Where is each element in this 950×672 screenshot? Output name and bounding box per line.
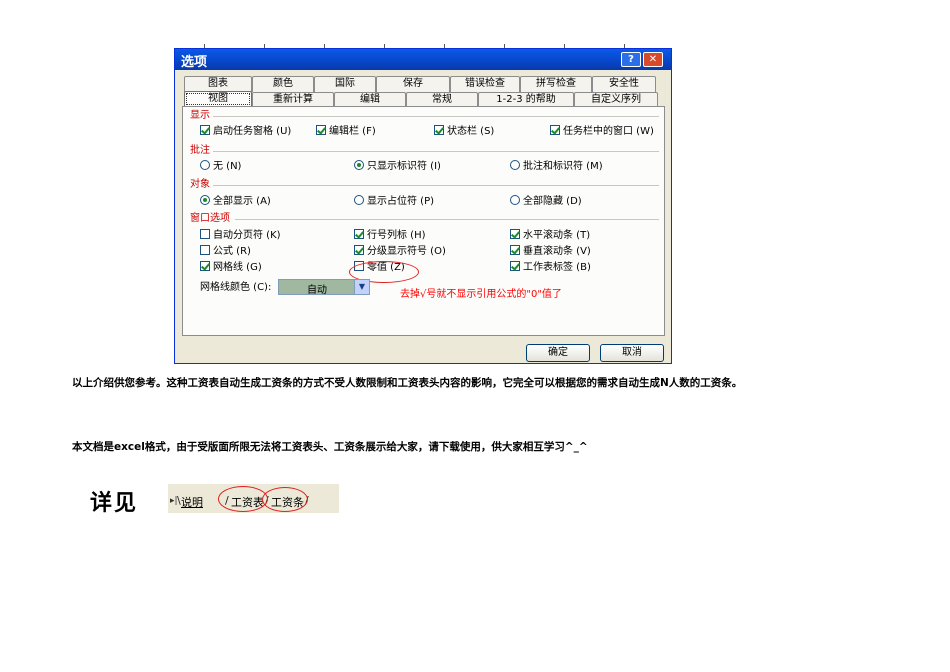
group-divider — [213, 185, 659, 186]
gridline-color-label: 网格线颜色 (C): — [200, 282, 272, 293]
tab-international[interactable]: 国际 — [314, 76, 376, 92]
options-dialog: 选项 ? ✕ 图表 颜色 国际 保存 错误检查 拼写检查 安全性 视图 重新计算… — [174, 48, 672, 364]
view-tab-panel: 显示 启动任务窗格 (U) 编辑栏 (F) 状态栏 (S) 任务栏中的窗口 (W… — [182, 106, 665, 336]
radio-icon[interactable] — [200, 195, 210, 205]
checkbox-icon[interactable] — [510, 261, 520, 271]
option-comments-none[interactable]: 无 (N) — [200, 160, 241, 173]
checkbox-icon[interactable] — [354, 245, 364, 255]
group-label-objects: 对象 — [190, 179, 210, 190]
group-divider — [213, 151, 659, 152]
checkbox-icon[interactable] — [510, 245, 520, 255]
option-gridlines[interactable]: 网格线 (G) — [200, 261, 262, 274]
checkbox-icon[interactable] — [200, 125, 210, 135]
sheet-tabs-image: ▸| \ 说明 / 工资表 / 工资条 / — [168, 484, 339, 513]
option-outline-symbols[interactable]: 分级显示符号 (O) — [354, 245, 446, 258]
chevron-down-icon[interactable]: ▼ — [354, 280, 369, 294]
ok-button[interactable]: 确定 — [526, 344, 590, 362]
group-divider — [235, 219, 659, 220]
option-objects-placeholders[interactable]: 显示占位符 (P) — [354, 195, 434, 208]
radio-icon[interactable] — [354, 160, 364, 170]
gridline-color-select[interactable]: 自动 ▼ — [278, 279, 370, 296]
option-formulas[interactable]: 公式 (R) — [200, 245, 251, 258]
tab-chart[interactable]: 图表 — [184, 76, 252, 92]
option-sheet-tabs[interactable]: 工作表标签 (B) — [510, 261, 591, 274]
radio-icon[interactable] — [510, 195, 520, 205]
group-label-window-options: 窗口选项 — [190, 213, 230, 224]
checkbox-icon[interactable] — [550, 125, 560, 135]
checkbox-icon[interactable] — [200, 261, 210, 271]
tab-spelling[interactable]: 拼写检查 — [520, 76, 592, 92]
highlight-circle — [218, 486, 268, 512]
dialog-titlebar: 选项 ? ✕ — [175, 49, 671, 70]
checkbox-icon[interactable] — [510, 229, 520, 239]
tab-error-checking[interactable]: 错误检查 — [450, 76, 520, 92]
tab-view[interactable]: 视图 — [184, 91, 252, 107]
red-annotation: 去掉√号就不显示引用公式的"0"值了 — [400, 289, 562, 300]
cancel-button[interactable]: 取消 — [600, 344, 664, 362]
option-windows-in-taskbar[interactable]: 任务栏中的窗口 (W) — [550, 125, 654, 138]
group-divider — [213, 116, 659, 117]
gridline-color-value: 自动 — [307, 285, 327, 296]
checkbox-icon[interactable] — [316, 125, 326, 135]
options-dialog-image: 选项 ? ✕ 图表 颜色 国际 保存 错误检查 拼写检查 安全性 视图 重新计算… — [174, 44, 672, 364]
tab-save[interactable]: 保存 — [376, 76, 450, 92]
option-horizontal-scrollbar[interactable]: 水平滚动条 (T) — [510, 229, 590, 242]
radio-icon[interactable] — [354, 195, 364, 205]
tab-security[interactable]: 安全性 — [592, 76, 656, 92]
checkbox-icon[interactable] — [200, 245, 210, 255]
highlight-circle — [262, 487, 308, 512]
option-vertical-scrollbar[interactable]: 垂直滚动条 (V) — [510, 245, 591, 258]
option-objects-hide-all[interactable]: 全部隐藏 (D) — [510, 195, 582, 208]
option-page-breaks[interactable]: 自动分页符 (K) — [200, 229, 281, 242]
group-label-display: 显示 — [190, 110, 210, 121]
option-formula-bar[interactable]: 编辑栏 (F) — [316, 125, 376, 138]
format-note-paragraph: 本文档是excel格式，由于受版面所限无法将工资表头、工资条展示给大家，请下载使… — [72, 441, 588, 453]
option-status-bar[interactable]: 状态栏 (S) — [434, 125, 494, 138]
option-comments-indicator[interactable]: 只显示标识符 (I) — [354, 160, 441, 173]
help-button[interactable]: ? — [621, 52, 641, 67]
see-detail-text: 详见 — [90, 490, 139, 516]
dialog-title: 选项 — [181, 55, 208, 70]
checkbox-icon[interactable] — [354, 229, 364, 239]
sheet-tab-readme[interactable]: 说明 — [181, 494, 203, 510]
checkbox-icon[interactable] — [200, 229, 210, 239]
tab-color[interactable]: 颜色 — [252, 76, 314, 92]
group-label-comments: 批注 — [190, 145, 210, 156]
intro-paragraph: 以上介绍供您参考。这种工资表自动生成工资条的方式不受人数限制和工资表头内容的影响… — [72, 377, 743, 389]
option-startup-taskpane[interactable]: 启动任务窗格 (U) — [200, 125, 291, 138]
option-row-col-headers[interactable]: 行号列标 (H) — [354, 229, 426, 242]
option-objects-show-all[interactable]: 全部显示 (A) — [200, 195, 271, 208]
checkbox-icon[interactable] — [434, 125, 444, 135]
option-comments-and-indicator[interactable]: 批注和标识符 (M) — [510, 160, 603, 173]
radio-icon[interactable] — [200, 160, 210, 170]
radio-icon[interactable] — [510, 160, 520, 170]
close-button[interactable]: ✕ — [643, 52, 663, 67]
